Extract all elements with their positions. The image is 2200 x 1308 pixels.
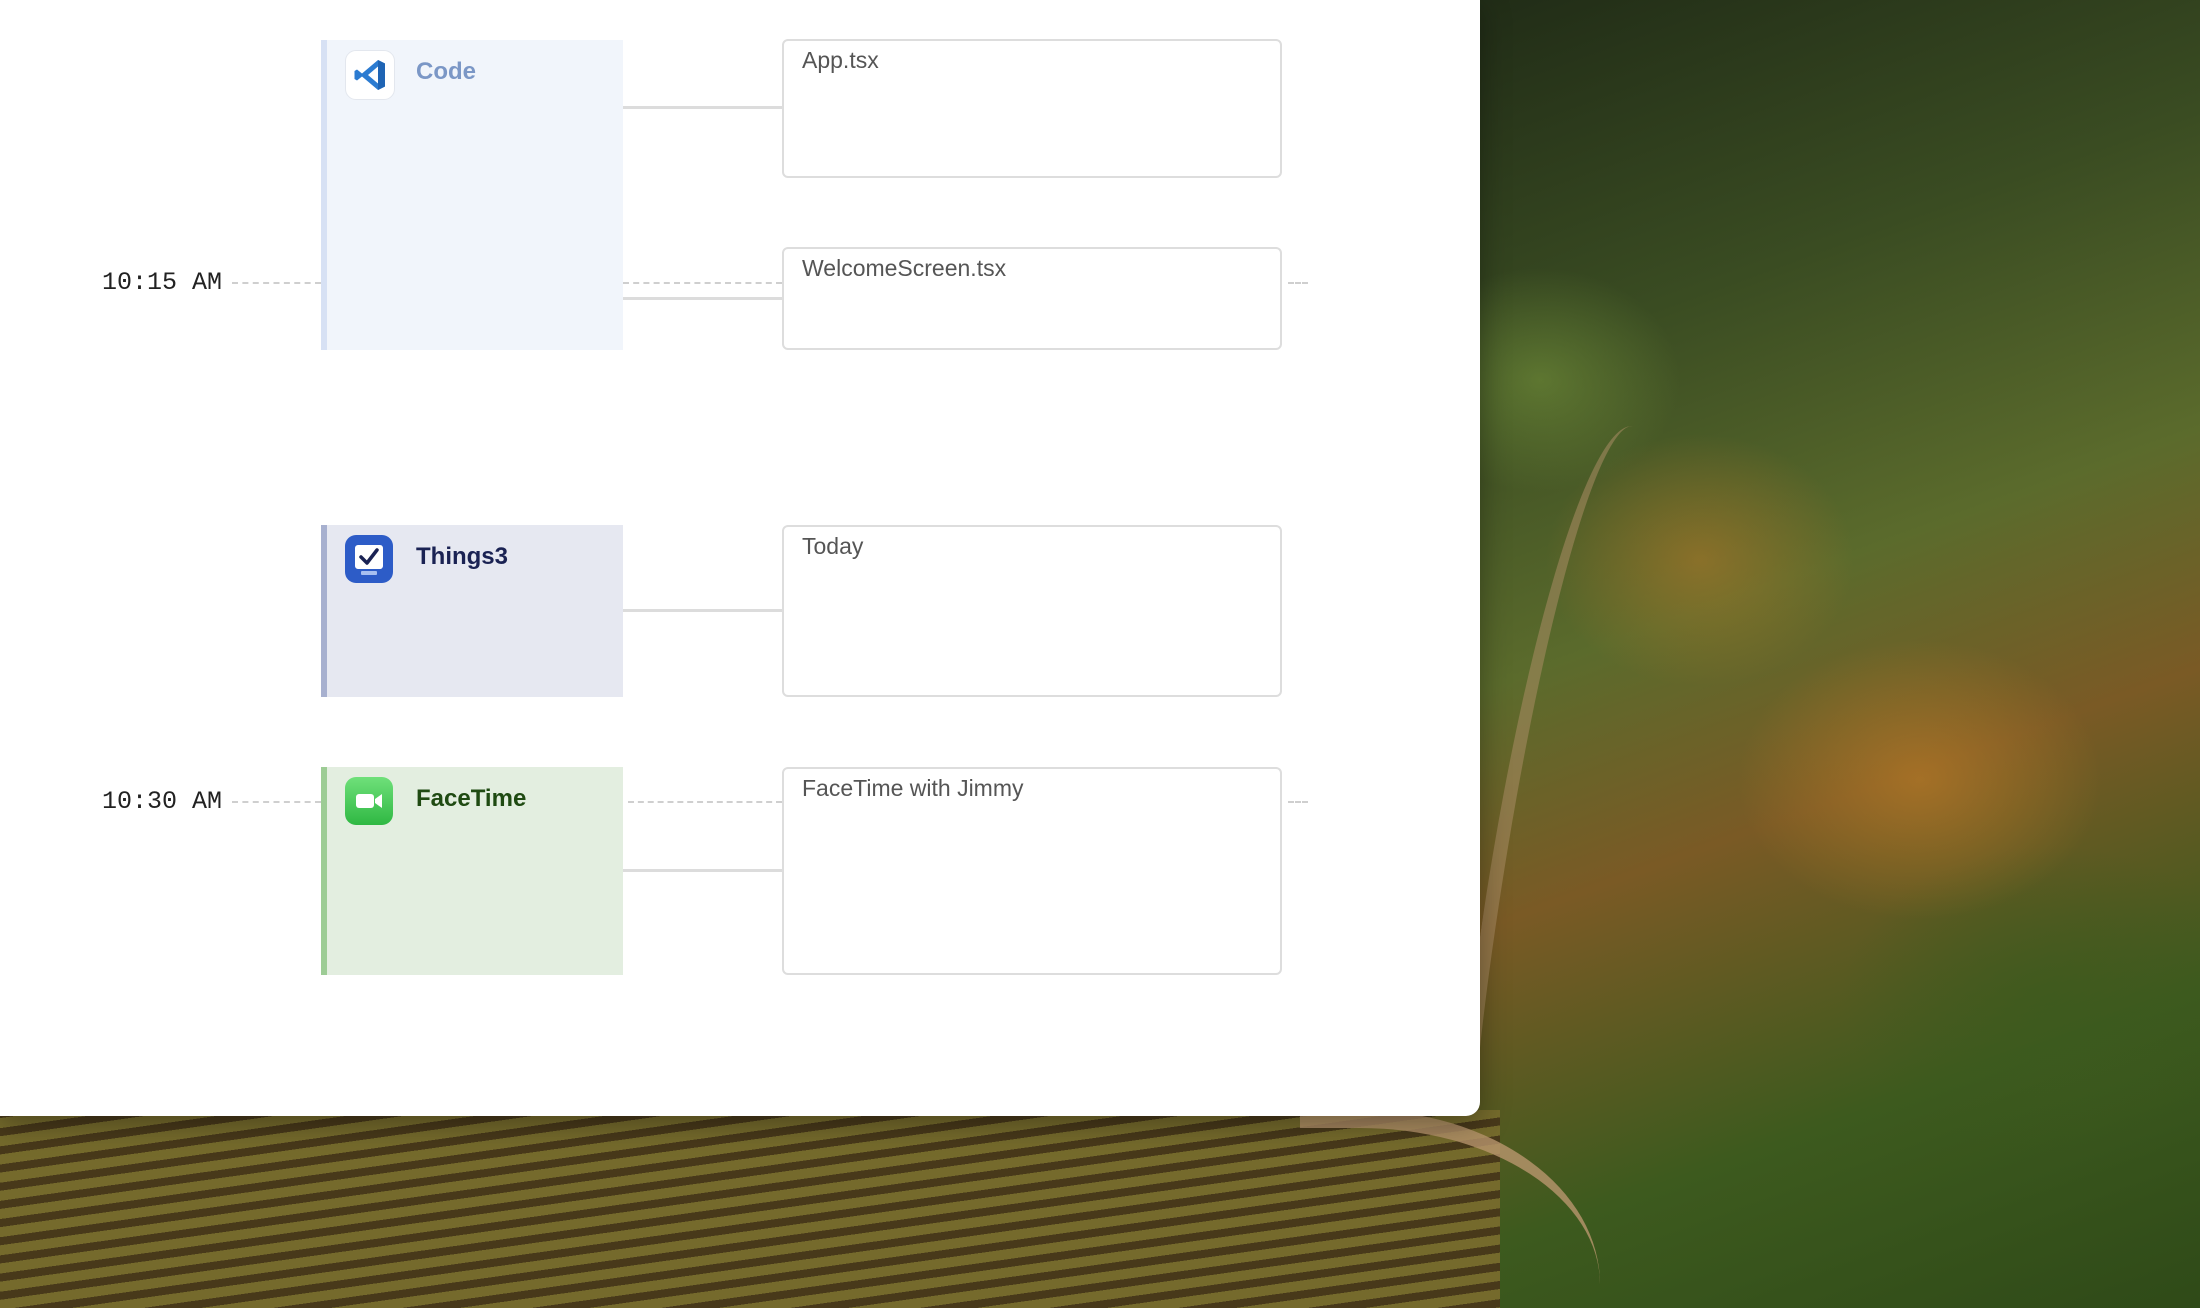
time-gridline bbox=[1288, 801, 1308, 803]
app-block-things3[interactable]: Things3 bbox=[321, 525, 623, 697]
wallpaper-vineyard bbox=[0, 1110, 1500, 1308]
things-checkbox-icon bbox=[345, 535, 393, 583]
time-gridline bbox=[232, 282, 321, 284]
vscode-icon bbox=[345, 50, 395, 100]
connector-line bbox=[623, 609, 782, 612]
document-card[interactable]: App.tsx bbox=[782, 39, 1282, 178]
document-card[interactable]: Today bbox=[782, 525, 1282, 697]
app-name: Code bbox=[416, 58, 476, 85]
facetime-camera-icon bbox=[345, 777, 393, 825]
time-marker-1015: 10:15 AM bbox=[102, 268, 223, 297]
connector-line bbox=[623, 869, 782, 872]
time-marker-1030: 10:30 AM bbox=[102, 787, 223, 816]
app-block-facetime[interactable]: FaceTime bbox=[321, 767, 623, 975]
app-name: FaceTime bbox=[416, 785, 527, 812]
document-title: App.tsx bbox=[802, 47, 879, 73]
connector-line bbox=[623, 297, 782, 300]
document-title: WelcomeScreen.tsx bbox=[802, 255, 1007, 281]
time-gridline bbox=[623, 282, 782, 284]
document-title: Today bbox=[802, 533, 864, 559]
document-card[interactable]: WelcomeScreen.tsx bbox=[782, 247, 1282, 350]
time-gridline bbox=[628, 801, 782, 803]
time-gridline bbox=[232, 801, 321, 803]
app-name: Things3 bbox=[416, 543, 509, 570]
time-gridline bbox=[1288, 282, 1308, 284]
timeline-window: 10:15 AM 10:30 AM Code Things3 FaceTime … bbox=[0, 0, 1480, 1116]
document-card[interactable]: FaceTime with Jimmy bbox=[782, 767, 1282, 975]
connector-line bbox=[623, 106, 782, 109]
document-title: FaceTime with Jimmy bbox=[802, 775, 1024, 801]
app-block-code[interactable]: Code bbox=[321, 40, 623, 350]
